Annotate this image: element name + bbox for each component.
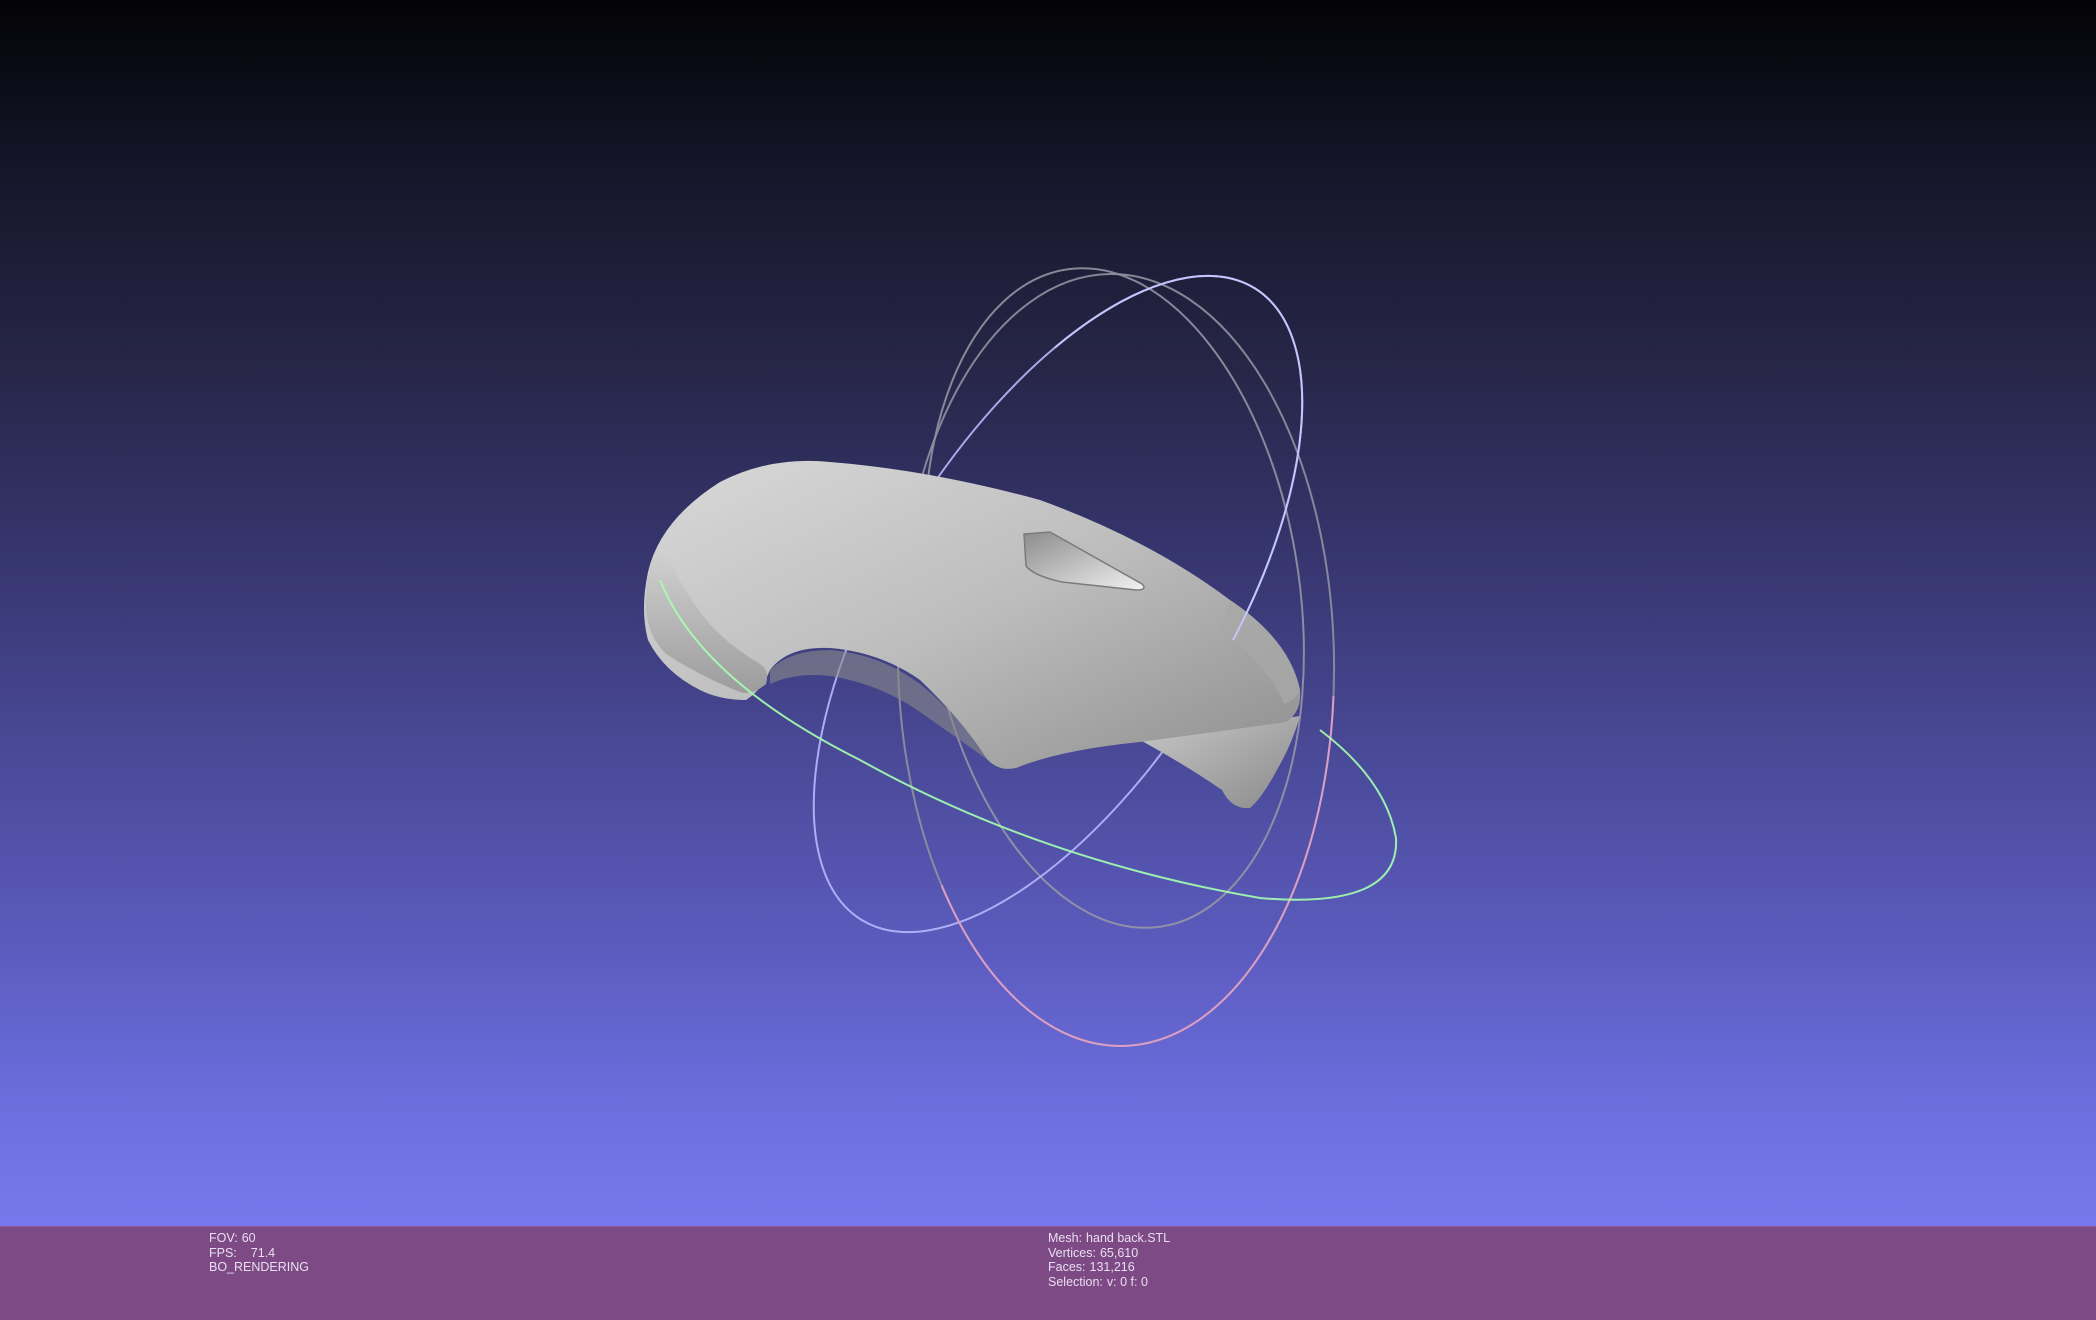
mesh-model[interactable] bbox=[644, 460, 1301, 809]
vertex-count: Vertices: 65,610 bbox=[1048, 1245, 1139, 1260]
mesh-info: Mesh: hand back.STL Vertices: 65,610 Faces… bbox=[1048, 1231, 1170, 1289]
mesh-name: Mesh: hand back.STL bbox=[1048, 1231, 1171, 1245]
scene-canvas[interactable] bbox=[0, 0, 2096, 1226]
face-count: Faces: 131,216 bbox=[1048, 1260, 1135, 1274]
selection-count: Selection: v: 0 f: 0 bbox=[1048, 1274, 1148, 1289]
3d-viewport[interactable] bbox=[0, 0, 2096, 1226]
mesh-body bbox=[644, 460, 1301, 769]
render-mode: BO_RENDERING bbox=[209, 1260, 310, 1274]
meshlab-window: FOV: 60 FPS: 71.4 BO_RENDERING Mesh: hand b… bbox=[0, 0, 2096, 1320]
render-info: FOV: 60 FPS: 71.4 BO_RENDERING bbox=[209, 1231, 309, 1275]
fps-readout: FPS: 71.4 bbox=[209, 1245, 276, 1260]
status-bar: FOV: 60 FPS: 71.4 BO_RENDERING Mesh: hand b… bbox=[0, 1226, 2096, 1320]
fov-readout: FOV: 60 bbox=[209, 1231, 256, 1245]
